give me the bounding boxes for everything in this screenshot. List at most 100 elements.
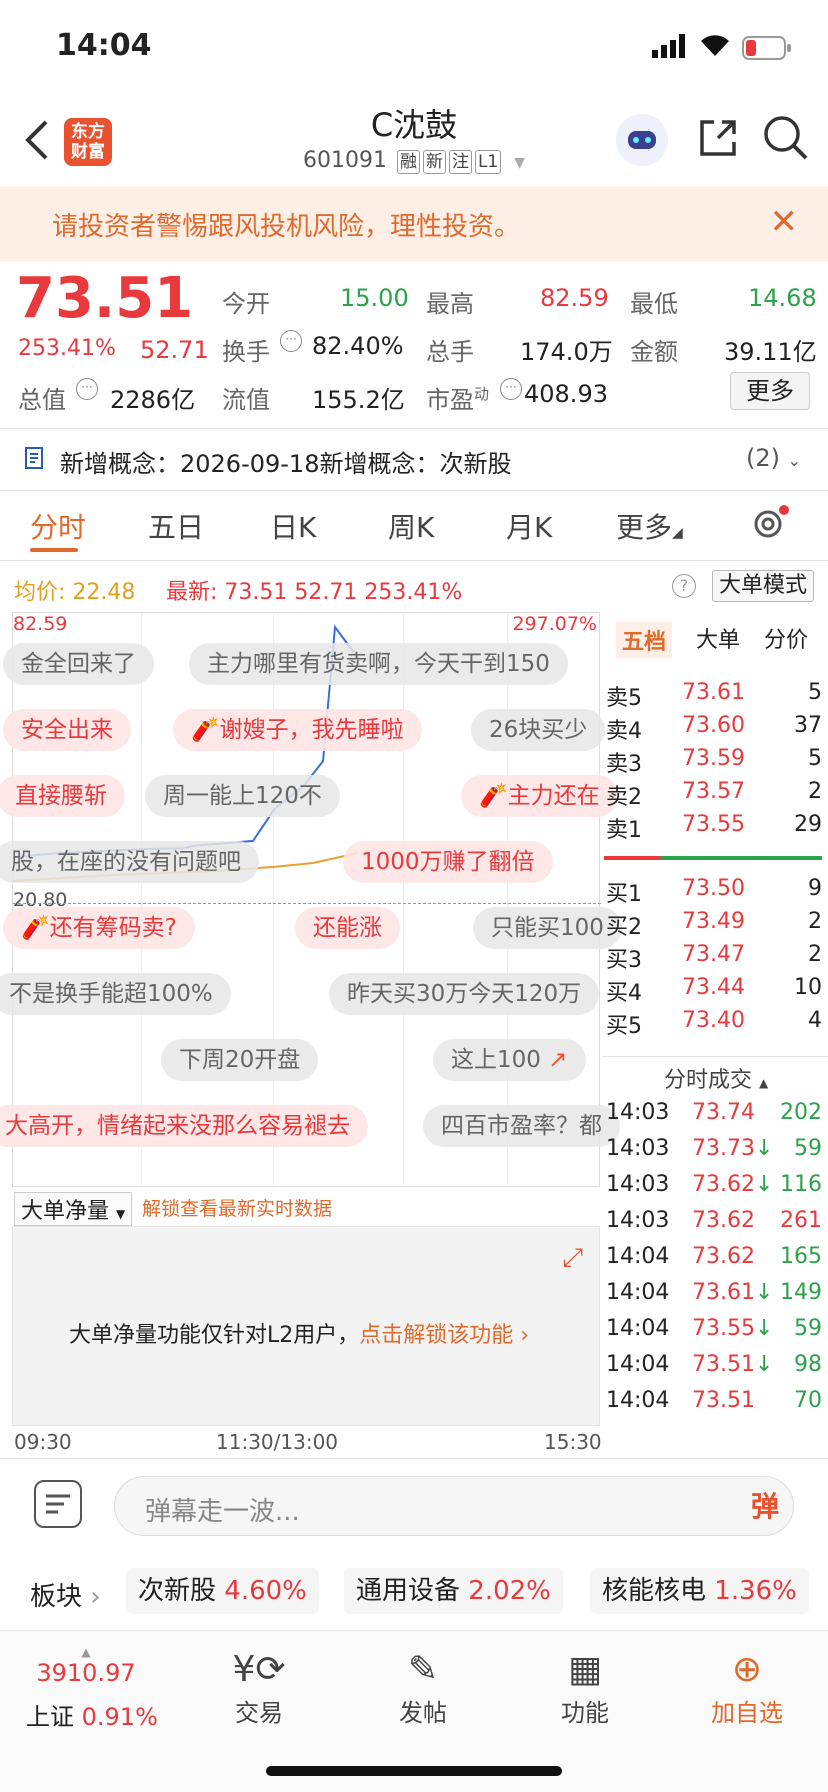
trade-row: 14:04 73.55↓ 59 [602, 1316, 822, 1352]
locked-message[interactable]: 大单净量功能仅针对L2用户，点击解锁该功能 › [69, 1317, 529, 1349]
danmu-bubble[interactable]: 金全回来了 [3, 643, 154, 685]
level-label: 卖3 [606, 752, 642, 777]
caret-down-icon: ▼ [116, 1207, 126, 1221]
trades-title[interactable]: 分时成交 ▲ [664, 1062, 768, 1094]
nav-functions[interactable]: ▦ 功能 [530, 1647, 640, 1728]
danmu-bubble[interactable]: 直接腰斩 [0, 775, 125, 817]
tab-order-levels[interactable]: 五档 [616, 622, 673, 658]
trade-row: 14:04 73.61↓ 149 [602, 1280, 822, 1316]
sector-label[interactable]: 板块 › [30, 1576, 101, 1613]
info-icon[interactable]: ··· [76, 378, 98, 400]
locked-indicator-panel[interactable]: ⤢ 大单净量功能仅针对L2用户，点击解锁该功能 › [12, 1226, 600, 1426]
trade-time: 14:03 [606, 1136, 670, 1161]
danmu-bubble[interactable]: 🧨还有筹码卖? [3, 907, 195, 949]
ask-row: 卖1 73.55 29 [602, 812, 822, 848]
danmu-toggle-button[interactable]: 弹 [751, 1485, 779, 1525]
indicator-select[interactable]: 大单净量 ▼ [14, 1192, 133, 1226]
settings-gear-icon[interactable] [750, 504, 790, 548]
danmu-bubble[interactable]: 不是换手能超100% [0, 973, 231, 1015]
trade-price: 73.74 [692, 1100, 755, 1125]
big-order-mode-button[interactable]: 大单模式 [712, 570, 815, 602]
trade-time: 14:04 [606, 1352, 670, 1377]
level-volume: 2 [808, 909, 822, 934]
danmu-bubble[interactable]: 安全出来 [3, 709, 131, 751]
danmu-bubble[interactable]: 下周20开盘 [161, 1039, 319, 1081]
high-label: 最高 [426, 290, 474, 318]
ask-row: 卖3 73.59 5 [602, 746, 822, 782]
tab-more[interactable]: 更多◢ [616, 506, 683, 546]
robot-avatar-icon[interactable] [616, 114, 668, 166]
more-button[interactable]: 更多 [730, 372, 810, 410]
caret-up-icon: ▲ [759, 1076, 769, 1090]
trade-price: 73.62 [692, 1244, 755, 1269]
sector-item[interactable]: 通用设备 2.02% [344, 1568, 563, 1614]
level-label: 买2 [606, 915, 642, 940]
danmu-bubble[interactable]: 🧨谢嫂子，我先睡啦 [173, 709, 422, 751]
nav-add-watchlist[interactable]: ⊕ 加自选 [692, 1647, 802, 1728]
bid-row: 买2 73.49 2 [602, 909, 822, 945]
tab-monthly-k[interactable]: 月K [506, 506, 552, 546]
sector-item[interactable]: 核能核电 1.36% [590, 1568, 809, 1614]
danmu-bubble[interactable]: 主力哪里有货卖啊，今天干到150 [189, 643, 568, 685]
trade-row: 14:03 73.62 261 [602, 1208, 822, 1244]
index-widget[interactable]: ▲ 3910.97 上证 0.91% [26, 1645, 196, 1732]
concept-count[interactable]: (2) ⌄ [746, 444, 801, 472]
trade-time: 14:03 [606, 1208, 670, 1233]
info-icon[interactable]: ··· [280, 330, 302, 352]
tab-five-day[interactable]: 五日 [148, 506, 204, 546]
nav-post[interactable]: ✎ 发帖 [368, 1647, 478, 1728]
ask-row: 卖2 73.57 2 [602, 779, 822, 815]
search-icon[interactable] [762, 114, 810, 166]
pe-label: 市盈动 [426, 385, 490, 414]
trade-row: 14:04 73.51↓ 98 [602, 1352, 822, 1388]
danmu-bubble[interactable]: 周一能上120不 [145, 775, 340, 817]
danmu-bubble[interactable]: 股，在座的没有问题吧 [0, 841, 259, 883]
trade-row: 14:03 73.62↓ 116 [602, 1172, 822, 1208]
intraday-chart[interactable]: 82.59 297.07% 20.80 金全回来了 主力哪里有货卖啊，今天干到1… [0, 612, 622, 1188]
trade-price: 73.51↓ [692, 1352, 774, 1377]
level-price: 73.40 [682, 1008, 745, 1033]
trend-up-icon: ↗ [540, 1047, 568, 1073]
danmu-bubble[interactable]: 大高开，情绪起来没那么容易褪去 [0, 1105, 368, 1147]
danmu-bubble[interactable]: 四百市盈率？都 [423, 1105, 620, 1147]
volume-value: 174.0万 [520, 338, 613, 366]
danmu-bubble[interactable]: 1000万赚了翻倍 [343, 841, 553, 883]
comment-list-icon[interactable] [34, 1480, 82, 1528]
danmu-bubble[interactable]: 26块买少 [471, 709, 606, 751]
tab-intraday[interactable]: 分时 [30, 506, 86, 546]
new-concept-text[interactable]: 新增概念：2026-09-18新增概念：次新股 [60, 444, 511, 479]
trade-time: 14:03 [606, 1100, 670, 1125]
level-volume: 2 [808, 942, 822, 967]
expand-icon[interactable]: ⤢ [562, 1243, 583, 1274]
help-icon[interactable]: ? [672, 574, 696, 598]
unlock-hint[interactable]: 解锁查看最新实时数据 [142, 1194, 332, 1221]
danmu-bubble[interactable]: 昨天买30万今天120万 [329, 973, 600, 1015]
trade-price: 73.55↓ [692, 1316, 774, 1341]
trade-row: 14:03 73.73↓ 59 [602, 1136, 822, 1172]
info-icon[interactable]: ··· [500, 378, 522, 400]
level-price: 73.59 [682, 746, 745, 771]
trade-price: 73.51 [692, 1388, 755, 1413]
time-axis-mid: 11:30/13:00 [216, 1430, 339, 1454]
danmu-bubble[interactable]: 只能买100 [473, 907, 622, 949]
tab-price-distribution[interactable]: 分价 [764, 622, 808, 654]
bid-row: 买5 73.40 4 [602, 1008, 822, 1044]
down-arrow-icon: ↓ [754, 1280, 774, 1305]
danmu-bubble[interactable]: 这上100 ↗ [433, 1039, 586, 1081]
change-pct: 253.41% [18, 336, 116, 361]
nav-trade[interactable]: ¥⟳ 交易 [204, 1647, 314, 1728]
level-price: 73.60 [682, 713, 745, 738]
danmu-bubble[interactable]: 🧨主力还在 [461, 775, 618, 817]
grid-icon: ▦ [567, 1649, 602, 1690]
close-icon[interactable]: ✕ [770, 202, 799, 242]
tab-daily-k[interactable]: 日K [270, 506, 316, 546]
tab-big-orders[interactable]: 大单 [696, 622, 740, 654]
tab-weekly-k[interactable]: 周K [388, 506, 434, 546]
level-volume: 37 [794, 713, 822, 738]
danmu-bubble[interactable]: 还能涨 [295, 907, 400, 949]
share-icon[interactable] [696, 116, 740, 164]
float-value: 155.2亿 [312, 386, 405, 414]
sector-item[interactable]: 次新股 4.60% [126, 1568, 319, 1614]
danmu-input[interactable]: 弹幕走一波... 弹 [114, 1476, 794, 1536]
down-arrow-icon: ↓ [754, 1136, 774, 1161]
